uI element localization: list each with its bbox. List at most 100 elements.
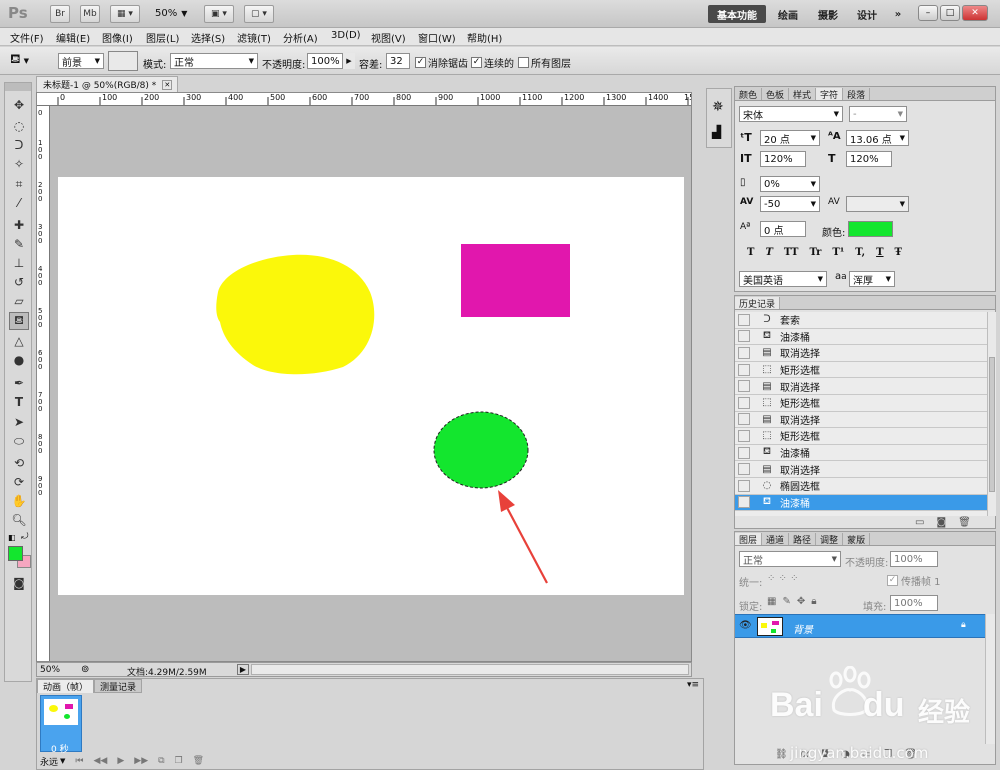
shape-tool[interactable]: ⬭ xyxy=(9,432,29,450)
lasso-tool[interactable]: ᑐ xyxy=(9,136,29,154)
lock-all-icon[interactable]: 🔒︎ xyxy=(811,596,816,607)
all-layers-checkbox[interactable]: 所有图层 xyxy=(518,55,571,70)
lock-transparency-icon[interactable]: ▦ xyxy=(767,596,776,607)
swap-colors-button[interactable]: ⤾ xyxy=(21,532,29,542)
quick-select-tool[interactable]: ✧ xyxy=(9,155,29,173)
zoom-tool[interactable]: 🔍︎ xyxy=(9,511,29,529)
subscript-button[interactable]: T, xyxy=(855,247,865,258)
tab-adjustments[interactable]: 调整 xyxy=(816,533,844,546)
histogram-icon[interactable]: ▟ xyxy=(712,125,721,139)
tsume-input[interactable]: 0% ▼ xyxy=(760,176,820,192)
tracking-input[interactable]: -50 ▼ xyxy=(760,196,820,212)
tab-masks[interactable]: 蒙版 xyxy=(843,533,871,546)
hand-tool[interactable]: ✋ xyxy=(9,492,29,510)
menu-edit[interactable]: 编辑(E) xyxy=(56,30,90,45)
font-style-select[interactable]: - ▼ xyxy=(849,106,907,122)
underline-button[interactable]: T xyxy=(876,247,883,258)
history-item[interactable]: ᑐ 套索 xyxy=(735,312,987,329)
history-item[interactable]: ▤ 取消选择 xyxy=(735,461,987,478)
quick-mask-button[interactable]: ◙ xyxy=(9,574,29,592)
all-caps-button[interactable]: TT xyxy=(784,247,799,258)
vertical-scale-input[interactable]: 120% xyxy=(760,151,806,167)
tab-measurement-log[interactable]: 测量记录 xyxy=(94,679,143,693)
menu-3d[interactable]: 3D(D) xyxy=(331,30,361,41)
bridge-button[interactable]: Br xyxy=(50,5,70,23)
mode-select[interactable]: 正常 ▼ xyxy=(170,53,258,69)
workspace-essentials[interactable]: 基本功能 xyxy=(708,5,766,23)
history-item[interactable]: ⛾ 油漆桶 xyxy=(735,329,987,346)
zoom-level-select[interactable]: 50% ▼ xyxy=(155,8,187,19)
blend-mode-select[interactable]: 正常 ▼ xyxy=(739,551,841,567)
healing-brush-tool[interactable]: ✚ xyxy=(9,216,29,234)
crop-tool[interactable]: ⌗ xyxy=(9,175,29,193)
menu-select[interactable]: 选择(S) xyxy=(191,30,225,45)
menu-help[interactable]: 帮助(H) xyxy=(467,30,502,45)
status-menu-button[interactable]: ▶ xyxy=(237,664,249,675)
next-frame-icon[interactable]: ▶▶ xyxy=(134,756,148,766)
history-item[interactable]: ▤ 取消选择 xyxy=(735,345,987,362)
history-item[interactable]: ⬚ 矩形选框 xyxy=(735,428,987,445)
menu-file[interactable]: 文件(F) xyxy=(10,30,44,45)
clone-stamp-tool[interactable]: ⊥ xyxy=(9,254,29,272)
tab-channels[interactable]: 通道 xyxy=(762,533,790,546)
fill-input[interactable]: 100% xyxy=(890,595,938,611)
trash-icon[interactable]: 🗑︎ xyxy=(958,517,971,528)
unify-position-icon[interactable]: ⁘ ⁘ ⁘ xyxy=(767,573,799,584)
history-source-checkbox[interactable] xyxy=(738,363,750,376)
animation-frame-1[interactable]: 0 秒 xyxy=(40,695,82,755)
duplicate-frame-icon[interactable]: ❐ xyxy=(175,756,183,766)
horizontal-scale-input[interactable]: 120% xyxy=(846,151,892,167)
tab-layers[interactable]: 图层 xyxy=(735,533,763,546)
history-source-checkbox[interactable] xyxy=(738,313,750,326)
close-button[interactable]: ✕ xyxy=(962,5,988,21)
tab-swatches[interactable]: 色板 xyxy=(762,88,790,101)
maximize-button[interactable]: □ xyxy=(940,5,960,21)
path-selection-tool[interactable]: ➤ xyxy=(9,413,29,431)
superscript-button[interactable]: T¹ xyxy=(832,247,844,258)
navigator-icon[interactable]: ✵ xyxy=(712,99,724,115)
antialias-checkbox[interactable]: ✓ 消除锯齿 xyxy=(415,55,468,70)
document-tab[interactable]: 未标题-1 @ 50%(RGB/8) * ✕ xyxy=(36,76,178,92)
loop-select[interactable]: 永远 xyxy=(40,755,58,768)
tab-character[interactable]: 字符 xyxy=(816,88,844,101)
first-frame-icon[interactable]: ⏮ xyxy=(75,756,83,766)
canvas[interactable] xyxy=(58,177,684,595)
lock-position-icon[interactable]: ✥ xyxy=(797,596,805,607)
tab-color[interactable]: 颜色 xyxy=(735,88,763,101)
history-source-checkbox[interactable] xyxy=(738,463,750,476)
history-item[interactable]: ⛾ 油漆桶 xyxy=(735,445,987,462)
history-source-checkbox[interactable] xyxy=(738,429,750,442)
lock-pixels-icon[interactable]: ✎ xyxy=(782,596,790,607)
baseline-shift-input[interactable]: 0 点 xyxy=(760,221,806,237)
eraser-tool[interactable]: ▱ xyxy=(9,292,29,310)
menu-filter[interactable]: 滤镜(T) xyxy=(237,30,271,45)
menu-image[interactable]: 图像(I) xyxy=(102,30,133,45)
history-source-checkbox[interactable] xyxy=(738,496,750,509)
history-item[interactable]: ⬚ 矩形选框 xyxy=(735,362,987,379)
history-scrollbar[interactable] xyxy=(987,312,996,516)
history-item[interactable]: ◌ 椭圆选框 xyxy=(735,478,987,495)
font-family-select[interactable]: 宋体 ▼ xyxy=(739,106,843,122)
menu-view[interactable]: 视图(V) xyxy=(371,30,406,45)
tween-icon[interactable]: ⧉ xyxy=(158,756,164,766)
layer-opacity-input[interactable]: 100% xyxy=(890,551,938,567)
status-export-icon[interactable]: ⊚ xyxy=(81,664,89,675)
3d-orbit-tool[interactable]: ⟳ xyxy=(9,473,29,491)
foreground-color-swatch[interactable] xyxy=(8,546,23,561)
history-item[interactable]: ▤ 取消选择 xyxy=(735,412,987,429)
marquee-tool[interactable]: ◌ xyxy=(9,117,29,135)
history-source-checkbox[interactable] xyxy=(738,413,750,426)
tab-paragraph[interactable]: 段落 xyxy=(843,88,871,101)
tolerance-input[interactable]: 32 xyxy=(386,53,410,69)
toolbox-grip[interactable] xyxy=(5,83,31,91)
play-icon[interactable]: ▶ xyxy=(117,756,124,766)
arrange-documents-button[interactable]: ▣ ▾ xyxy=(204,5,234,23)
tool-preset-picker[interactable]: ⛾ ▼ xyxy=(10,52,29,69)
small-caps-button[interactable]: Tr xyxy=(809,247,821,258)
faux-bold-button[interactable]: T xyxy=(747,247,754,258)
status-zoom[interactable]: 50% xyxy=(40,665,60,675)
type-tool[interactable]: T xyxy=(9,393,29,411)
strikethrough-button[interactable]: Ŧ xyxy=(895,247,902,258)
view-extras-button[interactable]: ▦ ▾ xyxy=(110,5,140,23)
menu-window[interactable]: 窗口(W) xyxy=(418,30,456,45)
